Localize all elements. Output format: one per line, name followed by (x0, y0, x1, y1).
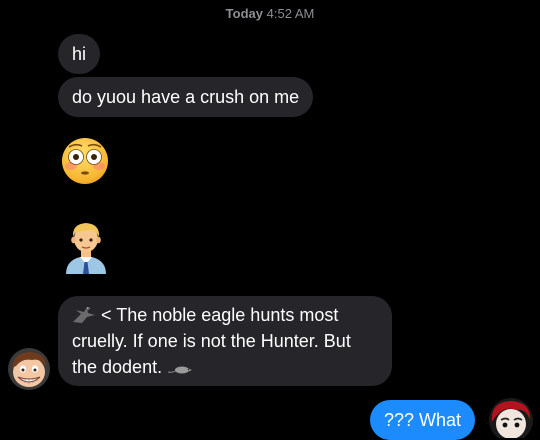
outgoing-message[interactable]: ??? What (370, 400, 476, 440)
recipient-avatar[interactable] (486, 398, 536, 438)
man-office-worker-emoji-icon[interactable] (62, 218, 110, 274)
incoming-message-hi[interactable]: hi (58, 34, 101, 74)
sender-avatar[interactable] (8, 348, 50, 390)
eagle-icon (73, 307, 95, 323)
message-text: hi (72, 44, 87, 64)
timestamp-day: Today (225, 6, 263, 21)
message-text: < The noble eagle hunts most cruelly. If… (72, 305, 351, 377)
rodent-icon (168, 366, 193, 374)
flushed-face-emoji-icon[interactable] (60, 136, 110, 186)
timestamp-time: 4:52 AM (266, 6, 315, 21)
incoming-message-eagle[interactable]: < The noble eagle hunts most cruelly. If… (58, 296, 392, 386)
message-text: ??? What (384, 410, 462, 430)
thread-timestamp: Today 4:52 AM (0, 6, 540, 21)
incoming-message-crush[interactable]: do yuou have a crush on me (58, 77, 314, 117)
message-text: do yuou have a crush on me (72, 87, 300, 107)
